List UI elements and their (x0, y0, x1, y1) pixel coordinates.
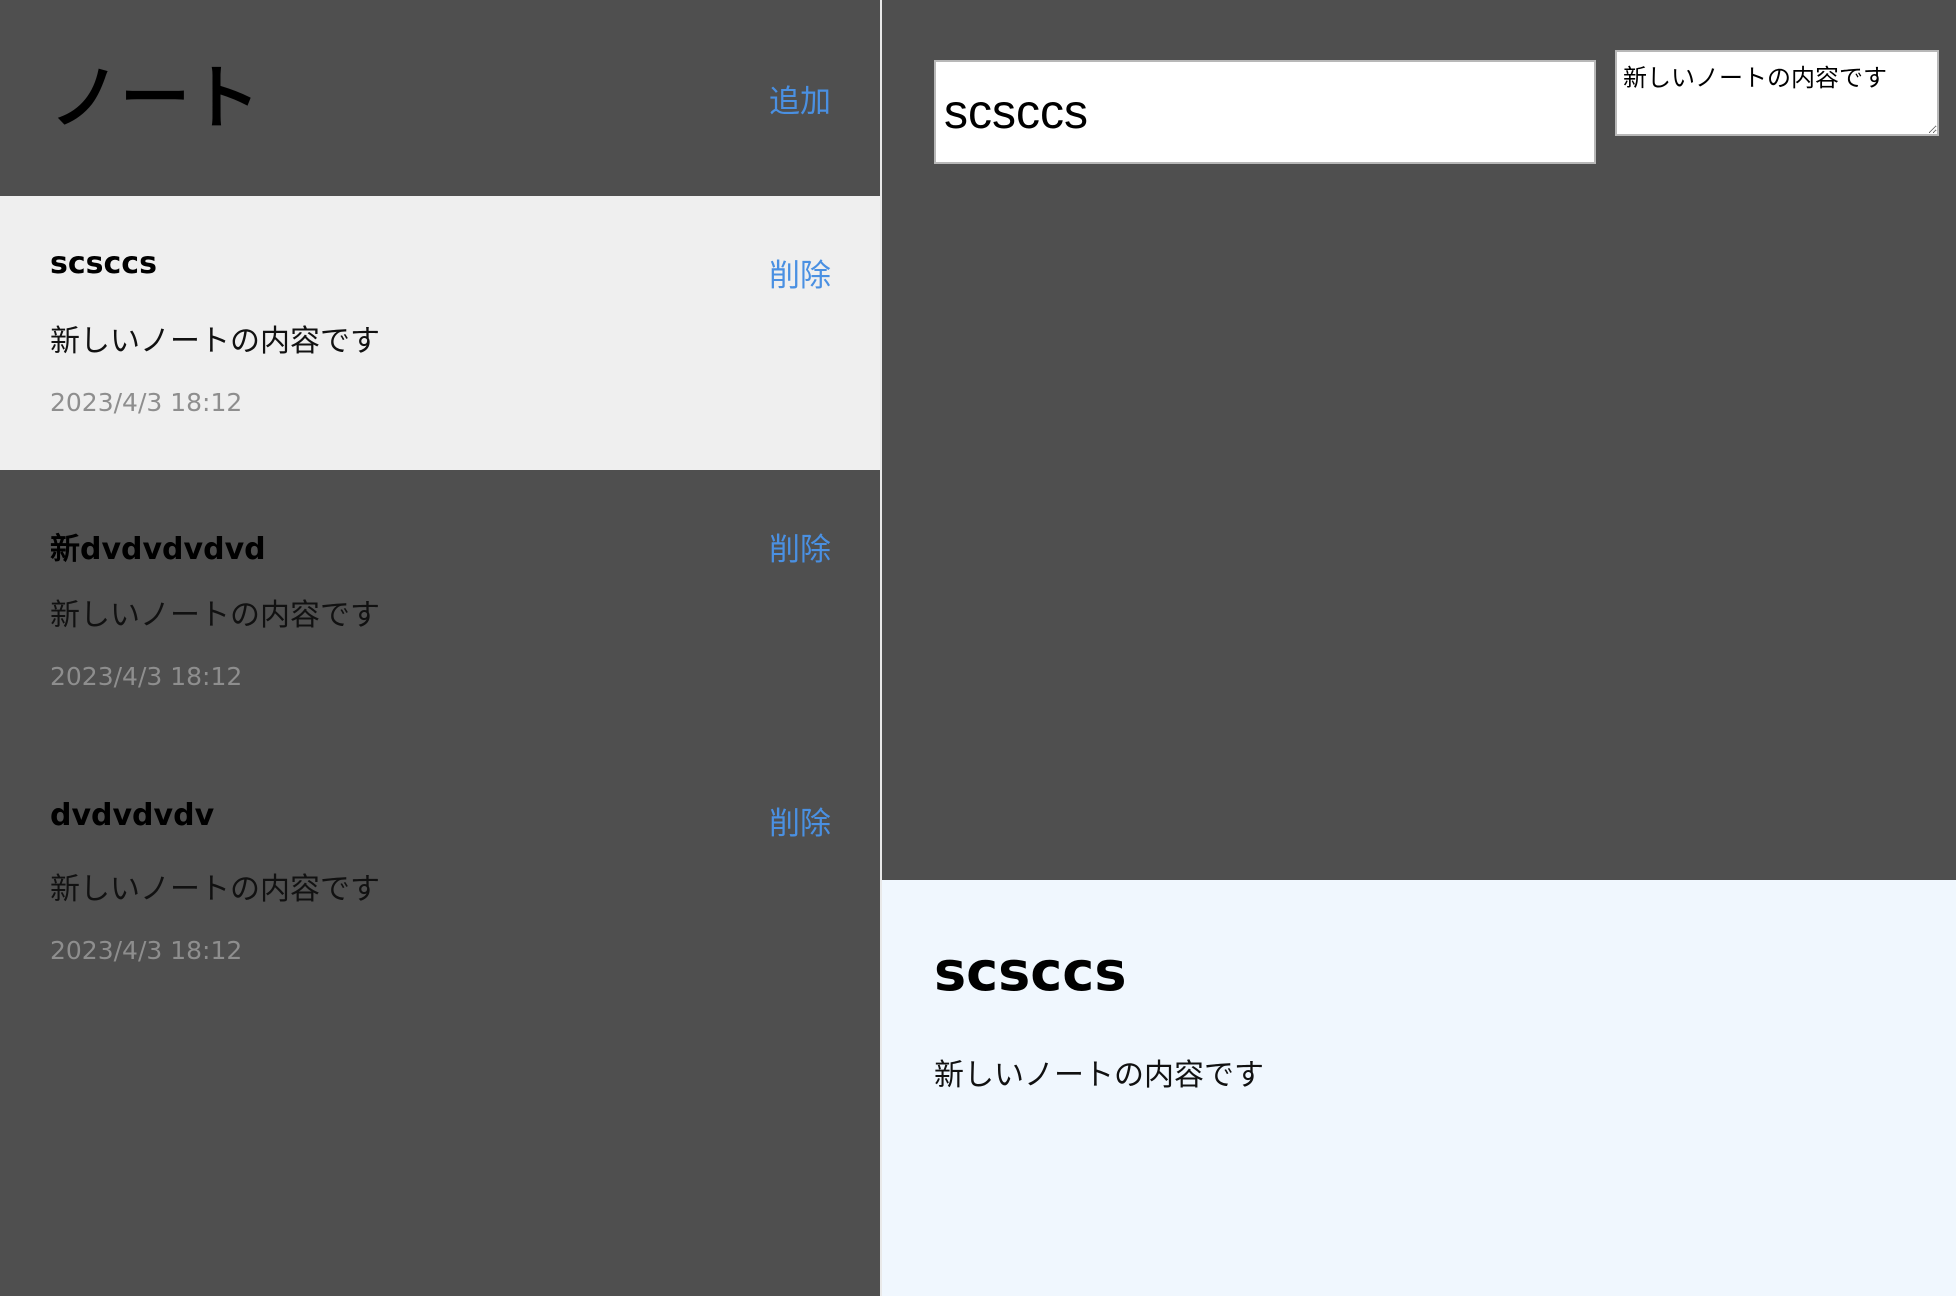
app: ノート 追加 scsccs 削除 新しいノートの内容です 2023/4/3 18… (0, 0, 1956, 1296)
sidebar: ノート 追加 scsccs 削除 新しいノートの内容です 2023/4/3 18… (0, 0, 880, 1296)
note-item-title: scsccs (50, 246, 157, 281)
note-body-textarea[interactable]: 新しいノートの内容です (1615, 50, 1939, 136)
note-item-preview: 新しいノートの内容です (50, 324, 380, 359)
sidebar-title: ノート (50, 57, 260, 139)
note-item-preview: 新しいノートの内容です (50, 872, 380, 907)
sidebar-header: ノート 追加 (0, 0, 880, 196)
note-item-date: 2023/4/3 18:12 (50, 662, 243, 691)
note-list-item[interactable]: 新dvdvdvdvd 削除 新しいノートの内容です 2023/4/3 18:12 (0, 470, 880, 744)
note-list-item[interactable]: dvdvdvdv 削除 新しいノートの内容です 2023/4/3 18:12 (0, 744, 880, 1018)
preview-body: 新しいノートの内容です (934, 1058, 1264, 1093)
note-editor: 新しいノートの内容です (882, 0, 1956, 880)
note-list-item[interactable]: scsccs 削除 新しいノートの内容です 2023/4/3 18:12 (0, 196, 880, 470)
note-preview: scsccs 新しいノートの内容です (882, 880, 1956, 1296)
note-item-date: 2023/4/3 18:12 (50, 388, 243, 417)
delete-note-button[interactable]: 削除 (769, 250, 831, 295)
note-item-preview: 新しいノートの内容です (50, 598, 380, 633)
note-item-date: 2023/4/3 18:12 (50, 936, 243, 965)
delete-note-button[interactable]: 削除 (769, 798, 831, 843)
note-item-title: 新dvdvdvdvd (50, 532, 266, 567)
note-list: scsccs 削除 新しいノートの内容です 2023/4/3 18:12 新dv… (0, 196, 880, 1018)
note-item-title: dvdvdvdv (50, 798, 215, 833)
preview-title: scsccs (934, 940, 1127, 1003)
add-note-button[interactable]: 追加 (769, 76, 831, 121)
delete-note-button[interactable]: 削除 (769, 524, 831, 569)
note-title-input[interactable] (934, 60, 1596, 164)
